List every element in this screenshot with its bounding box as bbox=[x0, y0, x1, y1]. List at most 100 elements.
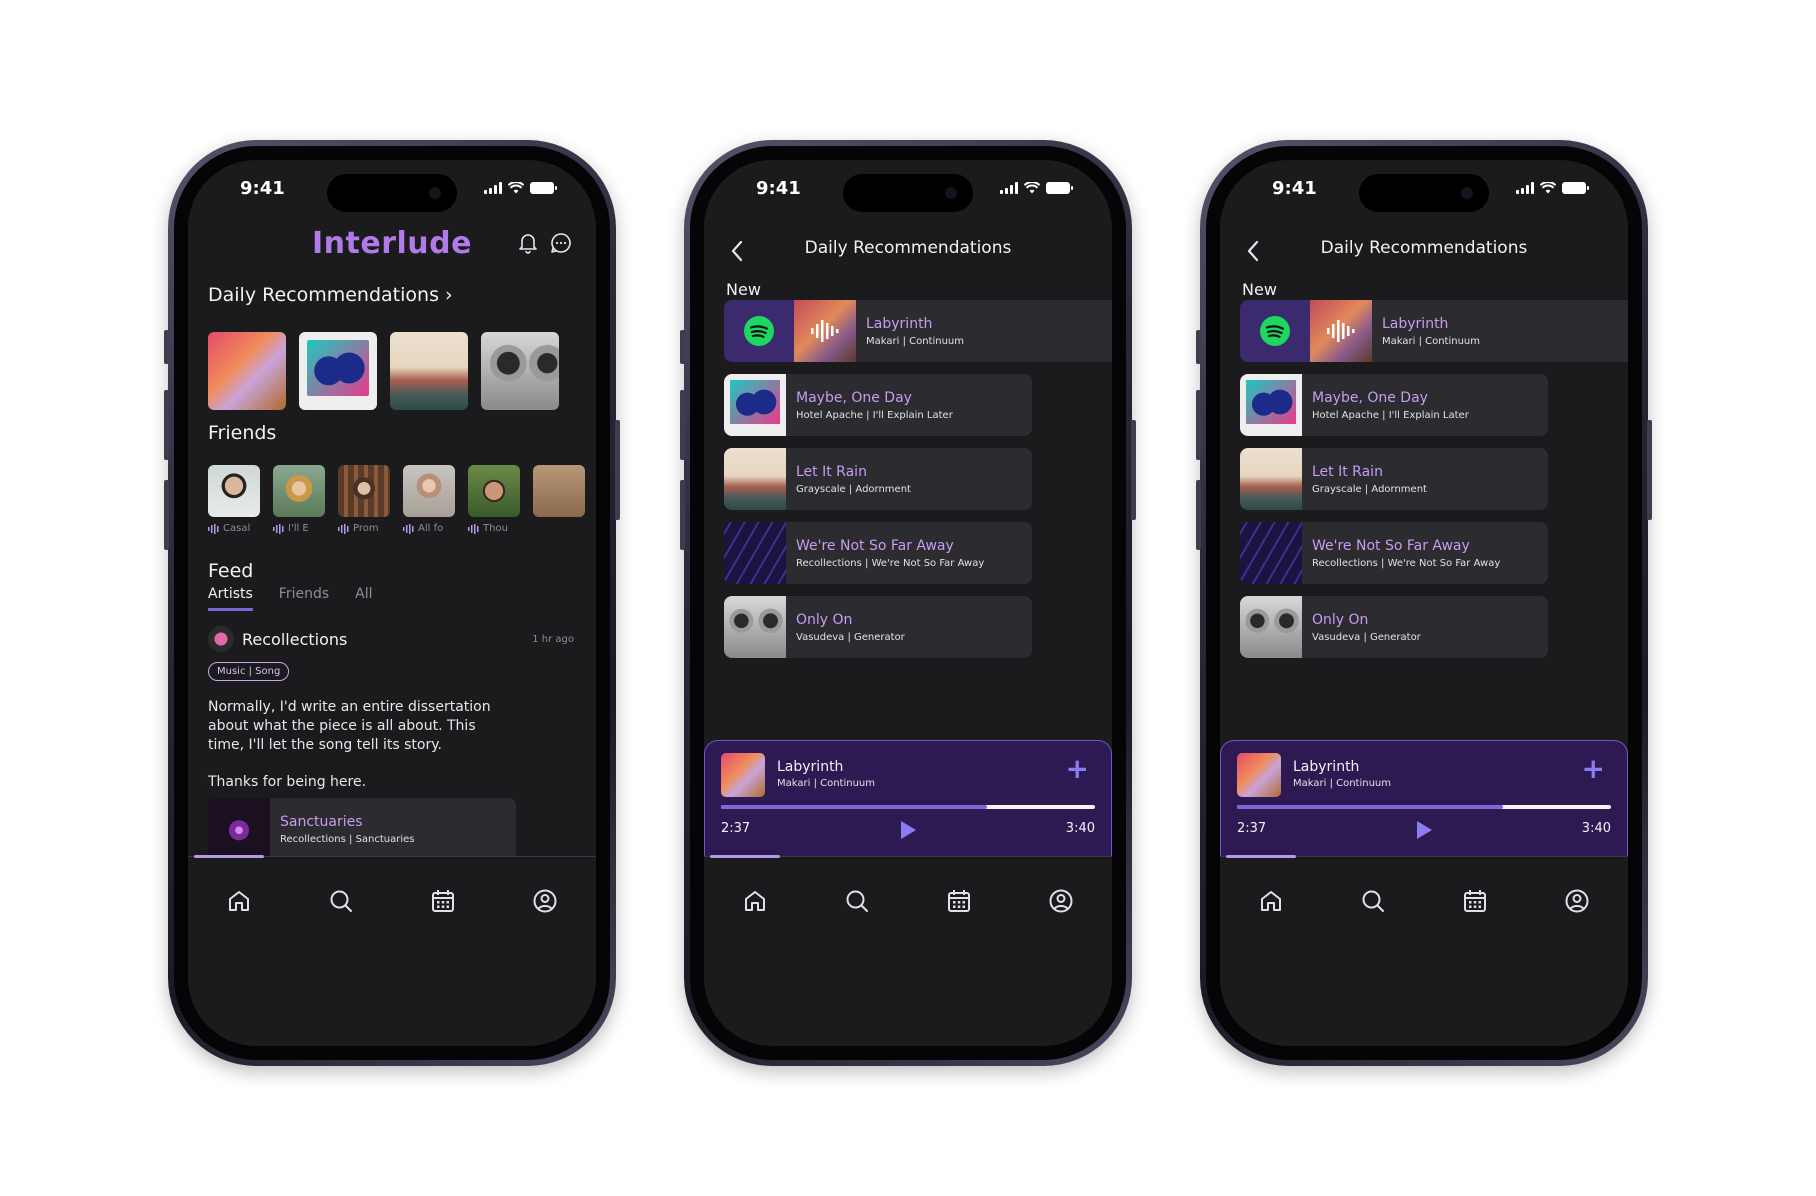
soundwave-icon bbox=[338, 523, 349, 534]
song-art-labyrinth bbox=[794, 300, 856, 362]
nav-calendar[interactable] bbox=[939, 881, 979, 921]
track-card[interactable]: Let It Rain Grayscale | Adornment bbox=[724, 448, 1032, 510]
home-icon bbox=[229, 891, 249, 911]
album-cover-only-on[interactable] bbox=[481, 332, 559, 410]
search-icon bbox=[846, 890, 868, 912]
track-subtitle: Vasudeva | Generator bbox=[796, 631, 905, 643]
track-card[interactable]: Maybe, One Day Hotel Apache | I'll Expla… bbox=[1240, 374, 1548, 436]
status-icons bbox=[1000, 182, 1073, 194]
nav-home[interactable] bbox=[1251, 881, 1291, 921]
album-cover-maybe-one-day[interactable] bbox=[299, 332, 377, 410]
track-card[interactable]: We're Not So Far Away Recollections | We… bbox=[724, 522, 1032, 584]
post-tag-chip[interactable]: Music | Song bbox=[208, 662, 290, 681]
track-title: We're Not So Far Away bbox=[796, 537, 954, 554]
post-thanks: Thanks for being here. bbox=[208, 774, 367, 790]
nav-calendar[interactable] bbox=[423, 881, 463, 921]
spotify-button[interactable] bbox=[1240, 300, 1310, 362]
signal-icon bbox=[484, 182, 502, 194]
profile-icon bbox=[1565, 889, 1589, 913]
song-art-maybe-one-day bbox=[1240, 374, 1302, 436]
track-card-playing[interactable]: Labyrinth Makari | Continuum bbox=[724, 300, 1112, 362]
current-time: 2:37 bbox=[721, 821, 751, 836]
calendar-icon bbox=[432, 890, 454, 912]
page-title: Daily Recommendations bbox=[1320, 238, 1528, 258]
now-playing-bar: Labyrinth Makari | Continuum + 2:37 3:40 bbox=[1220, 740, 1628, 856]
nav-profile[interactable] bbox=[1041, 881, 1081, 921]
dynamic-island bbox=[1359, 174, 1489, 212]
friend-avatar bbox=[208, 465, 260, 517]
status-icons bbox=[484, 182, 557, 194]
artist-avatar[interactable] bbox=[208, 626, 234, 652]
track-card[interactable]: Only On Vasudeva | Generator bbox=[1240, 596, 1548, 658]
post-body: Normally, I'd write an entire dissertati… bbox=[208, 699, 491, 753]
song-subtitle: Recollections | Sanctuaries bbox=[280, 833, 415, 845]
profile-icon bbox=[1049, 889, 1073, 913]
friend-item[interactable]: I'll E bbox=[273, 465, 325, 534]
player-subtitle: Makari | Continuum bbox=[1293, 778, 1392, 789]
daily-reco-link[interactable]: Daily Recommendations › bbox=[208, 284, 453, 306]
add-to-library-button[interactable]: + bbox=[1582, 755, 1605, 783]
play-icon[interactable] bbox=[898, 819, 918, 841]
track-card[interactable]: We're Not So Far Away Recollections | We… bbox=[1240, 522, 1548, 584]
track-subtitle: Grayscale | Adornment bbox=[1312, 483, 1427, 495]
friend-avatar bbox=[533, 465, 585, 517]
home-icon bbox=[1261, 891, 1281, 911]
add-to-library-button[interactable]: + bbox=[1066, 755, 1089, 783]
post-author[interactable]: Recollections bbox=[242, 630, 532, 649]
track-title: Maybe, One Day bbox=[1312, 389, 1428, 406]
nav-profile[interactable] bbox=[525, 881, 565, 921]
tab-artists[interactable]: Artists bbox=[208, 586, 253, 611]
soundwave-icon bbox=[208, 523, 219, 534]
friend-avatar bbox=[338, 465, 390, 517]
spotify-button[interactable] bbox=[724, 300, 794, 362]
progress-bar[interactable] bbox=[721, 805, 1095, 809]
progress-bar[interactable] bbox=[1237, 805, 1611, 809]
now-playing-bar: Labyrinth Makari | Continuum + 2:37 3:40 bbox=[704, 740, 1112, 856]
tab-all[interactable]: All bbox=[355, 586, 372, 611]
nav-search[interactable] bbox=[321, 881, 361, 921]
nav-profile[interactable] bbox=[1557, 881, 1597, 921]
song-art-labyrinth bbox=[1310, 300, 1372, 362]
album-cover-labyrinth[interactable] bbox=[208, 332, 286, 410]
play-icon[interactable] bbox=[1414, 819, 1434, 841]
track-subtitle: Grayscale | Adornment bbox=[796, 483, 911, 495]
post-time: 1 hr ago bbox=[532, 633, 574, 645]
chat-icon[interactable] bbox=[550, 232, 572, 254]
nav-search[interactable] bbox=[1353, 881, 1393, 921]
track-card[interactable]: Maybe, One Day Hotel Apache | I'll Expla… bbox=[724, 374, 1032, 436]
soundwave-icon bbox=[1327, 320, 1355, 342]
friend-item[interactable]: Thou bbox=[468, 465, 520, 534]
wifi-icon bbox=[508, 182, 524, 194]
section-new-label: New bbox=[1242, 280, 1277, 299]
phone-recommendations-2: 9:41 Daily Recommendations New Labyrinth… bbox=[1196, 140, 1652, 1066]
soundwave-icon bbox=[403, 523, 414, 534]
friend-item[interactable]: Casal bbox=[208, 465, 260, 534]
soundwave-icon bbox=[811, 320, 839, 342]
home-icon bbox=[745, 891, 765, 911]
post-song-card[interactable]: Sanctuaries Recollections | Sanctuaries bbox=[208, 798, 516, 860]
spotify-icon bbox=[744, 316, 774, 346]
track-card[interactable]: Let It Rain Grayscale | Adornment bbox=[1240, 448, 1548, 510]
nav-home[interactable] bbox=[735, 881, 775, 921]
progress-fill bbox=[1237, 805, 1503, 809]
friend-item[interactable]: Prom bbox=[338, 465, 390, 534]
battery-icon bbox=[1562, 182, 1589, 194]
track-card-playing[interactable]: Labyrinth Makari | Continuum bbox=[1240, 300, 1628, 362]
status-time: 9:41 bbox=[1272, 178, 1317, 199]
track-card[interactable]: Only On Vasudeva | Generator bbox=[724, 596, 1032, 658]
bell-icon[interactable] bbox=[518, 232, 538, 254]
friends-title: Friends bbox=[208, 422, 277, 444]
player-title: Labyrinth bbox=[777, 759, 844, 775]
progress-fill bbox=[721, 805, 987, 809]
nav-calendar[interactable] bbox=[1455, 881, 1495, 921]
track-subtitle: Vasudeva | Generator bbox=[1312, 631, 1421, 643]
album-cover-let-it-rain[interactable] bbox=[390, 332, 468, 410]
tab-friends[interactable]: Friends bbox=[279, 586, 329, 611]
nav-home[interactable] bbox=[219, 881, 259, 921]
nav-search[interactable] bbox=[837, 881, 877, 921]
friend-item[interactable]: All fo bbox=[403, 465, 455, 534]
friend-item[interactable] bbox=[533, 465, 585, 534]
player-title: Labyrinth bbox=[1293, 759, 1360, 775]
calendar-icon bbox=[948, 890, 970, 912]
player-subtitle: Makari | Continuum bbox=[777, 778, 876, 789]
